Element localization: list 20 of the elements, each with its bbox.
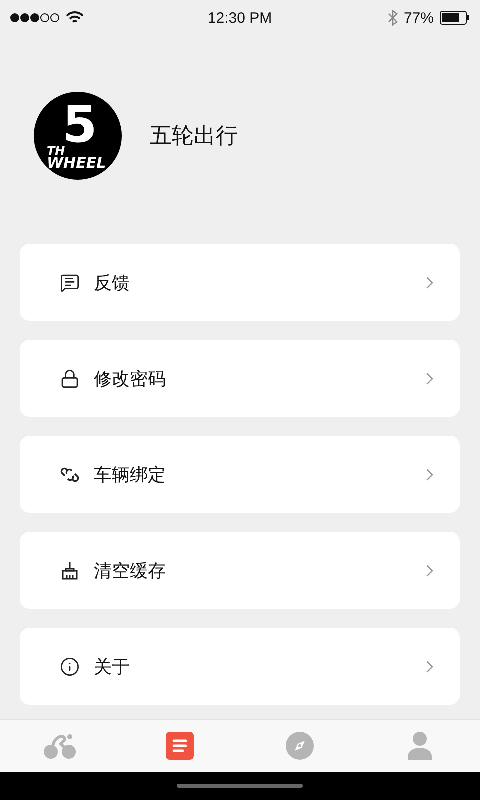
status-time: 12:30 PM bbox=[208, 10, 272, 26]
broom-icon bbox=[60, 560, 80, 580]
signal-icon bbox=[10, 13, 60, 23]
compass-icon bbox=[286, 732, 314, 760]
menu-item[interactable]: 清空缓存 bbox=[20, 532, 460, 609]
menu-item[interactable]: 车辆绑定 bbox=[20, 436, 460, 513]
cyclist-icon bbox=[43, 732, 77, 760]
menu-item[interactable]: 修改密码 bbox=[20, 340, 460, 417]
message-icon bbox=[60, 272, 80, 292]
lock-icon bbox=[60, 368, 80, 388]
menu-item[interactable]: 关于 bbox=[20, 628, 460, 705]
bluetooth-icon bbox=[388, 10, 398, 26]
wifi-icon bbox=[66, 11, 84, 25]
battery-percentage: 77% bbox=[404, 10, 434, 26]
app-name: 五轮出行 bbox=[150, 123, 238, 151]
battery-icon bbox=[440, 11, 470, 25]
menu-item[interactable]: 反馈 bbox=[20, 244, 460, 321]
list-icon bbox=[166, 732, 194, 760]
person-icon bbox=[408, 732, 432, 760]
info-icon bbox=[60, 656, 80, 676]
